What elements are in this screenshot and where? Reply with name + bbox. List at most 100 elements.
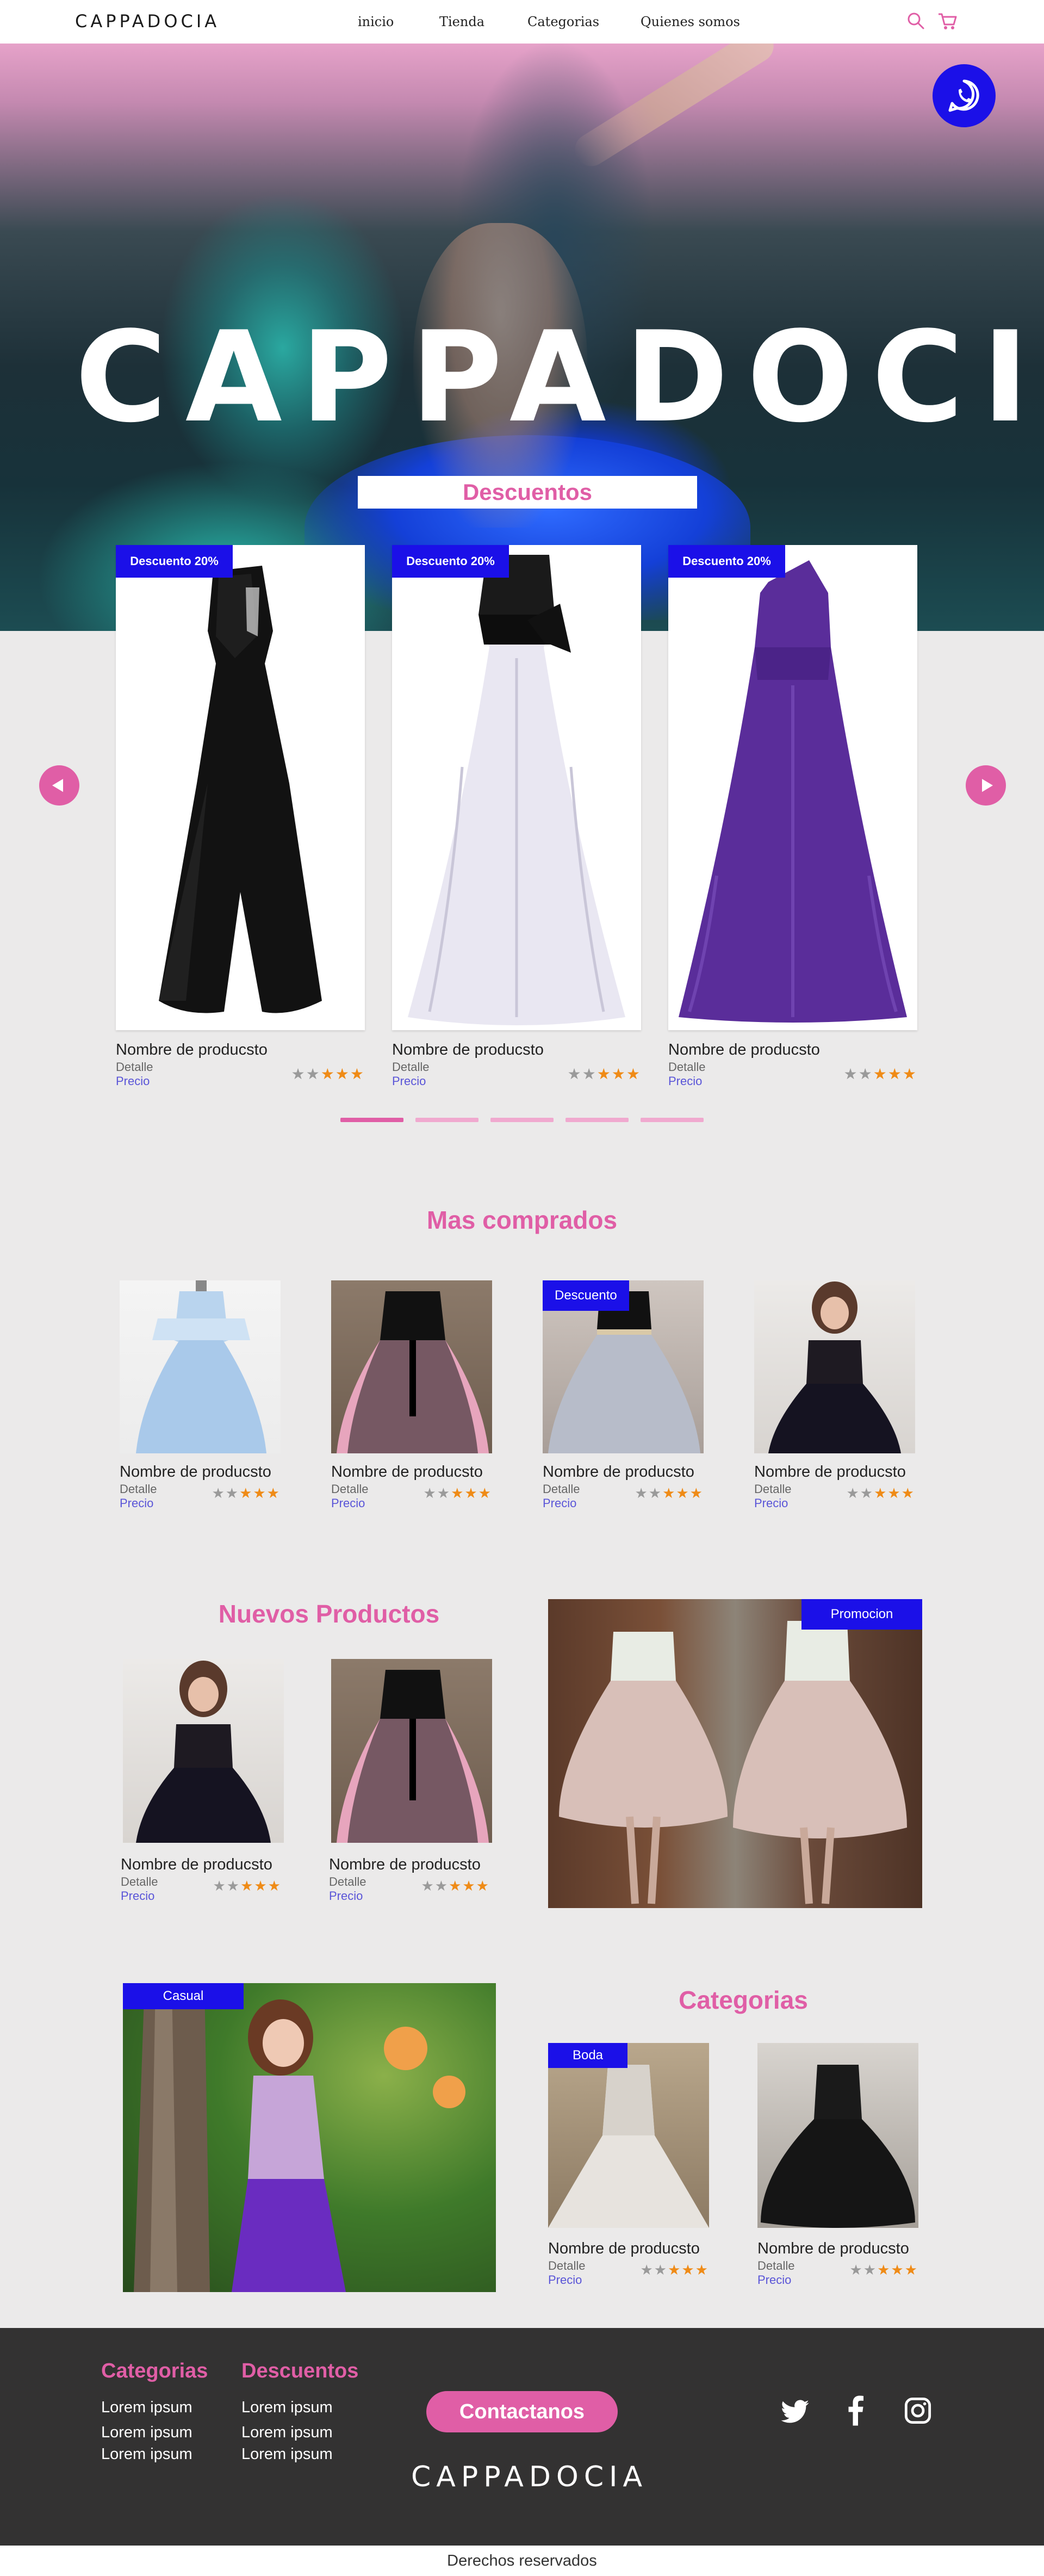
category-image[interactable] <box>757 2043 918 2228</box>
most-bought-title: Mas comprados <box>426 1206 618 1234</box>
product-image <box>136 1280 266 1453</box>
carousel-dot[interactable] <box>340 1118 403 1122</box>
footer-link[interactable]: Lorem ipsum <box>101 2445 192 2463</box>
search-icon[interactable] <box>905 10 927 32</box>
most-bought-info: Nombre de producsto Detalle Precio ★★★★★ <box>754 1463 915 1510</box>
most-bought-image[interactable] <box>331 1280 492 1453</box>
product-rating: ★★★★★ <box>849 2262 918 2278</box>
category-product-info: Nombre de producsto Detalle Precio ★★★★★ <box>548 2240 709 2287</box>
product-image <box>408 555 625 1025</box>
product-rating: ★★★★★ <box>423 1485 492 1501</box>
new-products-title: Nuevos Productos <box>218 1600 440 1628</box>
product-name[interactable]: Nombre de producsto <box>668 1041 917 1059</box>
facebook-icon[interactable] <box>847 2395 863 2426</box>
product-rating: ★★★★★ <box>291 1066 365 1082</box>
carousel-prev-button[interactable] <box>39 765 79 806</box>
product-rating: ★★★★★ <box>635 1485 704 1501</box>
nav-link-categorias[interactable]: Categorias <box>527 14 599 29</box>
footer-link[interactable]: Lorem ipsum <box>101 2424 192 2442</box>
carousel-dot[interactable] <box>415 1118 478 1122</box>
product-image <box>768 1281 901 1453</box>
product-image <box>761 2065 915 2228</box>
product-name[interactable]: Nombre de producsto <box>543 1463 704 1481</box>
discount-product-card[interactable]: Descuento 20% <box>116 545 365 1030</box>
most-bought-image[interactable] <box>754 1280 915 1453</box>
new-product-image[interactable] <box>123 1659 284 1843</box>
site-logo[interactable]: CAPPADOCIA <box>75 11 220 32</box>
product-name[interactable]: Nombre de producsto <box>121 1856 282 1874</box>
category-badge: Boda <box>548 2043 627 2068</box>
product-image <box>136 1661 271 1843</box>
nav-link-tienda[interactable]: Tienda <box>439 14 484 29</box>
twitter-icon[interactable] <box>780 2399 810 2426</box>
product-image <box>159 566 322 1013</box>
footer-discounts-title: Descuentos <box>241 2360 359 2382</box>
carousel-dot[interactable] <box>641 1118 704 1122</box>
product-rating: ★★★★★ <box>640 2262 709 2278</box>
new-product-info: Nombre de producsto Detalle Precio ★★★★★ <box>329 1856 490 1903</box>
carousel-dot[interactable] <box>566 1118 629 1122</box>
category-image[interactable]: Boda <box>548 2043 709 2228</box>
footer-link[interactable]: Lorem ipsum <box>241 2445 333 2463</box>
footer-link[interactable]: Lorem ipsum <box>241 2424 333 2442</box>
carousel-next-button[interactable] <box>966 765 1006 806</box>
promo-badge: Promocion <box>801 1599 922 1630</box>
product-name[interactable]: Nombre de producsto <box>329 1856 490 1874</box>
copyright-text: Derechos reservados <box>0 2546 1044 2576</box>
most-bought-image[interactable] <box>120 1280 281 1453</box>
product-rating: ★★★★★ <box>843 1066 917 1082</box>
product-image <box>337 1291 489 1453</box>
promo-image[interactable]: Promocion <box>548 1599 922 1908</box>
most-bought-info: Nombre de producsto Detalle Precio ★★★★★ <box>120 1463 281 1510</box>
product-rating: ★★★★★ <box>213 1878 282 1894</box>
hero-title: CAPPADOCIA <box>75 305 1044 450</box>
product-name[interactable]: Nombre de producsto <box>548 2240 709 2258</box>
contact-button[interactable]: Contactanos <box>426 2391 618 2432</box>
product-name[interactable]: Nombre de producsto <box>116 1041 365 1059</box>
hero-image-arm <box>569 44 780 172</box>
categories-title: Categorias <box>679 1986 808 2014</box>
whatsapp-icon <box>948 79 979 112</box>
product-image <box>134 1983 465 2292</box>
most-bought-image[interactable]: Descuento <box>543 1280 704 1453</box>
whatsapp-button[interactable] <box>933 64 996 127</box>
footer-link[interactable]: Lorem ipsum <box>101 2399 192 2417</box>
product-name[interactable]: Nombre de producsto <box>120 1463 281 1481</box>
category-product-info: Nombre de producsto Detalle Precio ★★★★★ <box>757 2240 918 2287</box>
product-image <box>679 560 907 1023</box>
product-rating: ★★★★★ <box>567 1066 641 1082</box>
hero-banner: CAPPADOCIA <box>0 44 1044 631</box>
product-image <box>559 1621 907 1904</box>
instagram-icon[interactable] <box>904 2397 932 2425</box>
product-rating: ★★★★★ <box>846 1485 915 1501</box>
product-rating: ★★★★★ <box>421 1878 490 1894</box>
footer-categories-title: Categorias <box>101 2360 208 2382</box>
category-badge: Casual <box>123 1983 244 2009</box>
discount-badge: Descuento 20% <box>116 545 233 578</box>
discount-product-card[interactable]: Descuento 20% <box>668 545 917 1030</box>
discount-product-info: Nombre de producsto Detalle Precio ★★★★★ <box>668 1041 917 1088</box>
footer-link[interactable]: Lorem ipsum <box>241 2399 333 2417</box>
discounts-title: Descuentos <box>358 476 697 509</box>
most-bought-info: Nombre de producsto Detalle Precio ★★★★★ <box>543 1463 704 1510</box>
new-product-image[interactable] <box>331 1659 492 1843</box>
top-navbar: CAPPADOCIA inicio Tienda Categorias Quie… <box>0 0 1044 44</box>
nav-link-inicio[interactable]: inicio <box>358 14 394 29</box>
product-badge: Descuento <box>543 1280 629 1311</box>
product-name[interactable]: Nombre de producsto <box>754 1463 915 1481</box>
product-rating: ★★★★★ <box>212 1485 281 1501</box>
discount-product-info: Nombre de producsto Detalle Precio ★★★★★ <box>392 1041 641 1088</box>
carousel-dot[interactable] <box>490 1118 554 1122</box>
cart-icon[interactable] <box>936 10 958 32</box>
nav-link-quienes-somos[interactable]: Quienes somos <box>641 14 740 29</box>
footer-logo: CAPPADOCIA <box>411 2461 648 2493</box>
product-image <box>548 2065 709 2228</box>
discount-product-card[interactable]: Descuento 20% <box>392 545 641 1030</box>
product-name[interactable]: Nombre de producsto <box>757 2240 918 2258</box>
product-image <box>337 1670 489 1843</box>
product-name[interactable]: Nombre de producsto <box>331 1463 492 1481</box>
product-name[interactable]: Nombre de producsto <box>392 1041 641 1059</box>
casual-category-image[interactable]: Casual <box>123 1983 496 2292</box>
discount-badge: Descuento 20% <box>392 545 509 578</box>
most-bought-info: Nombre de producsto Detalle Precio ★★★★★ <box>331 1463 492 1510</box>
